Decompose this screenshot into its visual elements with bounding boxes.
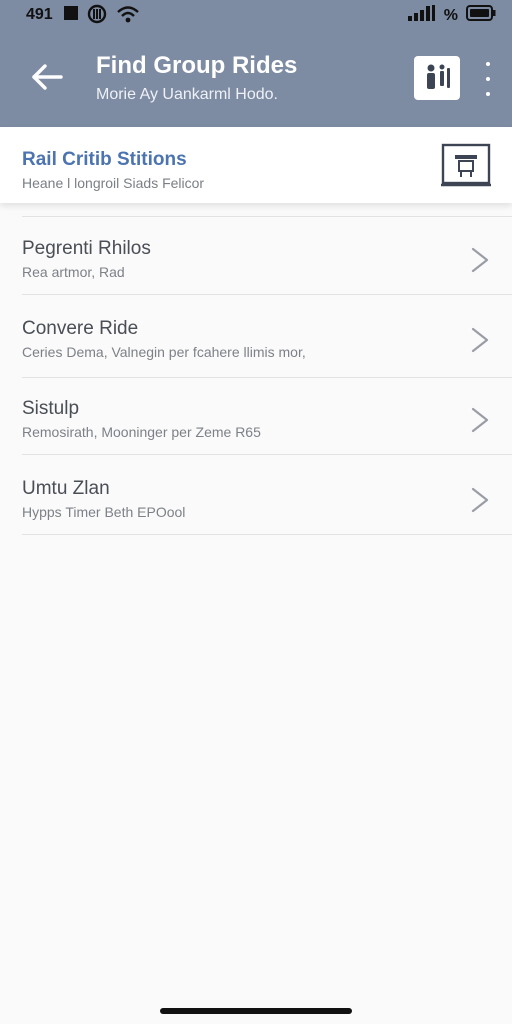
battery-icon bbox=[466, 5, 496, 26]
signal-icon bbox=[407, 5, 436, 26]
home-indicator[interactable] bbox=[160, 1008, 352, 1014]
ride-subtitle: Hypps Timer Beth EPOool bbox=[22, 504, 186, 520]
status-time: 491 bbox=[26, 6, 53, 23]
divider bbox=[22, 454, 512, 455]
chevron-right-icon bbox=[468, 486, 492, 514]
profile-pair-icon bbox=[421, 62, 453, 95]
more-dot bbox=[486, 92, 490, 96]
ride-subtitle: Ceries Dema, Valnegin per fcahere llimis… bbox=[22, 344, 306, 360]
divider bbox=[22, 216, 512, 217]
sync-icon bbox=[86, 4, 108, 29]
list-item[interactable]: Umtu Zlan Hypps Timer Beth EPOool bbox=[0, 458, 512, 538]
station-sign-icon[interactable] bbox=[439, 141, 493, 189]
ride-title: Sistulp bbox=[22, 398, 80, 419]
chevron-right-icon bbox=[468, 406, 492, 434]
station-title: Rail Critib Stitions bbox=[22, 149, 187, 170]
chevron-right-icon bbox=[468, 246, 492, 274]
divider bbox=[22, 294, 512, 295]
back-button[interactable] bbox=[28, 60, 66, 98]
battery-percent: % bbox=[443, 6, 458, 24]
list-item[interactable]: Sistulp Remosirath, Mooninger per Zeme R… bbox=[0, 378, 512, 458]
station-card[interactable]: Rail Critib Stitions Heane l longroil Si… bbox=[0, 127, 512, 203]
more-dot bbox=[486, 62, 490, 66]
screen: 491 % Find Group Rides Morie Ay Uankarml… bbox=[0, 0, 512, 1024]
wifi-icon bbox=[116, 4, 140, 29]
list-item[interactable]: Pegrenti Rhilos Rea artmor, Rad bbox=[0, 218, 512, 298]
divider bbox=[22, 534, 512, 535]
status-right: % bbox=[407, 5, 496, 26]
list-item[interactable]: Convere Ride Ceries Dema, Valnegin per f… bbox=[0, 298, 512, 378]
page-subtitle: Morie Ay Uankarml Hodo. bbox=[96, 86, 278, 103]
more-dot bbox=[486, 77, 490, 81]
ride-subtitle: Remosirath, Mooninger per Zeme R65 bbox=[22, 424, 261, 440]
ride-subtitle: Rea artmor, Rad bbox=[22, 264, 125, 280]
ride-title: Convere Ride bbox=[22, 318, 139, 339]
station-subtitle: Heane l longroil Siads Felicor bbox=[22, 175, 205, 191]
ride-title: Pegrenti Rhilos bbox=[22, 238, 151, 259]
chevron-right-icon bbox=[468, 326, 492, 354]
back-arrow-icon bbox=[31, 63, 63, 95]
ride-title: Umtu Zlan bbox=[22, 478, 110, 499]
profile-button[interactable] bbox=[414, 56, 460, 100]
app-header: 491 % Find Group Rides Morie Ay Uankarml… bbox=[0, 0, 512, 127]
more-options-button[interactable] bbox=[478, 62, 498, 96]
notification-square-icon bbox=[64, 6, 78, 20]
page-title: Find Group Rides bbox=[96, 52, 298, 79]
status-bar: 491 % bbox=[0, 0, 512, 32]
